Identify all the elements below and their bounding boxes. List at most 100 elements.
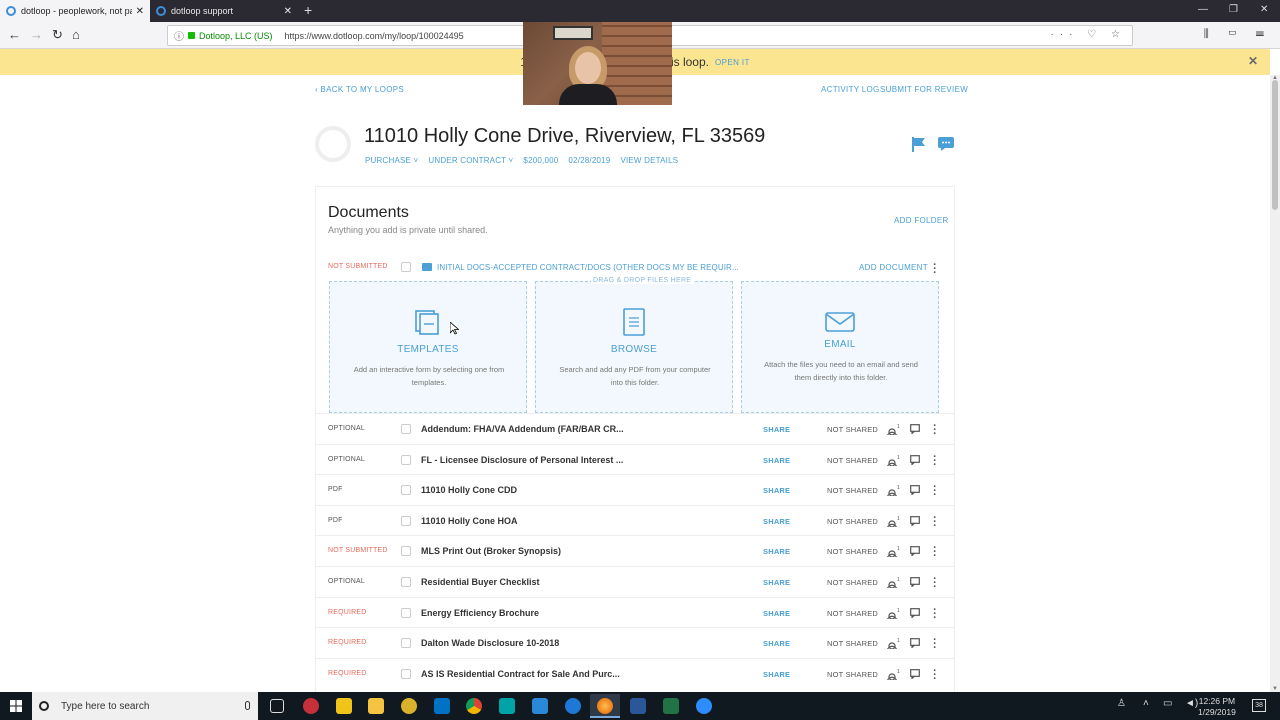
volume-icon[interactable]: ◄) [1185,698,1198,709]
taskbar-clock[interactable]: 12:26 PM 1/29/2019 [1198,696,1236,718]
forward-arrow-icon[interactable]: → [30,27,43,43]
app-icon-teal[interactable] [499,698,515,714]
site-identity[interactable]: Dotloop, LLC (US) [199,31,273,41]
document-checkbox[interactable] [401,607,411,618]
person-icon[interactable]: 1 [887,454,901,466]
document-name[interactable]: MLS Print Out (Broker Synopsis) [421,546,561,556]
document-row[interactable]: NOT SUBMITTED MLS Print Out (Broker Synop… [315,535,955,566]
more-options-icon[interactable]: · · · [933,451,937,470]
date-link[interactable]: 02/28/2019 [568,156,610,165]
document-checkbox[interactable] [401,638,411,649]
reload-icon[interactable]: ↻ [52,27,63,43]
more-options-icon[interactable]: · · · [933,421,937,440]
taskbar-search[interactable]: Type here to search [32,692,258,720]
comment-icon[interactable] [910,668,920,679]
close-tab-icon[interactable]: ✕ [136,6,144,17]
document-name[interactable]: Residential Buyer Checklist [421,577,540,587]
comment-icon[interactable] [910,424,920,434]
page-actions-icon[interactable]: ··· ♡ ☆ [1051,29,1126,40]
outlook-icon[interactable] [434,698,450,714]
task-view-icon[interactable] [270,699,284,713]
scroll-thumb[interactable] [1272,80,1278,210]
comment-icon[interactable] [910,454,920,465]
person-icon[interactable]: 1 [887,576,901,588]
more-options-icon[interactable]: · · · [933,635,937,654]
add-folder-button[interactable]: ADD FOLDER [894,216,949,225]
document-row[interactable]: OPTIONAL FL - Licensee Disclosure of Pers… [315,443,955,475]
add-document-button[interactable]: ADD DOCUMENT [859,263,928,272]
document-row[interactable]: REQUIRED Energy Efficiency Brochure SHARE N… [315,596,955,628]
share-button[interactable]: SHARE [763,639,790,648]
word-icon[interactable] [630,698,646,714]
restore-icon[interactable]: ❐ [1229,4,1238,15]
edge-icon[interactable] [565,698,581,714]
browser-menu-icons[interactable]: ⫼ ▭ ☰ [1204,28,1272,41]
tab-dotloop-support[interactable]: dotloop support ✕ [150,0,298,22]
more-options-icon[interactable]: · · · [933,482,937,501]
browse-dropzone[interactable]: BROWSE Search and add any PDF from your … [535,281,733,413]
chat-icon[interactable] [937,136,955,152]
document-name[interactable]: 11010 Holly Cone CDD [421,485,517,495]
document-name[interactable]: 11010 Holly Cone HOA [421,516,518,526]
share-button[interactable]: SHARE [763,425,790,434]
document-checkbox[interactable] [401,546,411,557]
share-button[interactable]: SHARE [763,670,790,679]
document-row[interactable]: OPTIONAL Residential Buyer Checklist SHARE… [315,566,955,597]
new-tab-button[interactable]: + [304,3,312,17]
comment-icon[interactable] [910,485,920,496]
file-explorer-icon[interactable] [368,698,384,714]
people-icon[interactable]: ♙ [1117,698,1126,709]
firefox-taskbar-item[interactable] [590,694,620,718]
share-button[interactable]: SHARE [763,456,790,465]
comment-icon[interactable] [910,546,920,557]
document-name[interactable]: Addendum: FHA/VA Addendum (FAR/BAR CR... [421,424,624,434]
document-row[interactable]: PDF 11010 Holly Cone HOA SHARE NOT SHARED 1 ·… [315,504,955,536]
folder-more-icon[interactable]: · · · [933,260,937,279]
close-tab-icon[interactable]: ✕ [284,6,292,17]
person-icon[interactable]: 1 [887,423,901,435]
app-icon-blue[interactable] [532,698,548,714]
person-icon[interactable]: 1 [887,668,901,680]
document-row[interactable]: PDF 11010 Holly Cone CDD SHARE NOT SHARED 1 ·… [315,474,955,505]
email-dropzone[interactable]: EMAIL Attach the files you need to an em… [741,281,939,413]
app-icon-yellow[interactable] [401,698,417,714]
share-button[interactable]: SHARE [763,517,790,526]
document-name[interactable]: FL - Licensee Disclosure of Personal Int… [421,455,623,465]
document-row[interactable]: REQUIRED Dalton Wade Disclosure 10-2018 SH… [315,627,955,658]
app-icon-red[interactable] [303,698,319,714]
share-button[interactable]: SHARE [763,486,790,495]
document-name[interactable]: AS IS Residential Contract for Sale And … [421,669,620,679]
document-checkbox[interactable] [401,668,411,679]
price-link[interactable]: $200,000 [523,156,558,165]
person-icon[interactable]: 1 [887,515,901,527]
zoom-icon[interactable] [696,698,712,714]
document-checkbox[interactable] [401,454,411,465]
more-options-icon[interactable]: · · · [933,574,937,593]
more-options-icon[interactable]: · · · [933,543,937,562]
minimize-icon[interactable]: — [1198,4,1208,15]
close-icon[interactable]: ✕ [1248,54,1258,68]
document-checkbox[interactable] [401,515,411,526]
more-options-icon[interactable]: · · · [933,512,937,531]
submit-for-review-link[interactable]: SUBMIT FOR REVIEW [880,85,968,94]
comment-icon[interactable] [910,577,920,587]
loop-avatar[interactable] [315,126,351,162]
document-name[interactable]: Energy Efficiency Brochure [421,608,539,618]
document-checkbox[interactable] [401,485,411,496]
action-center-icon[interactable]: 38 [1252,699,1266,712]
templates-dropzone[interactable]: TEMPLATES Add an interactive form by sel… [329,281,527,413]
status-dropdown[interactable]: UNDER CONTRACT ˅ [428,156,513,165]
microphone-icon[interactable] [245,701,250,710]
document-checkbox[interactable] [401,424,411,434]
back-arrow-icon[interactable]: ← [8,27,21,43]
more-options-icon[interactable]: · · · [933,604,937,623]
info-icon[interactable]: ⓘ [174,28,184,43]
person-icon[interactable]: 1 [887,637,901,650]
person-icon[interactable]: 1 [887,607,901,619]
open-it-link[interactable]: OPEN IT [715,58,750,67]
back-to-loops-link[interactable]: ‹ BACK TO MY LOOPS [315,85,404,94]
folder-name[interactable]: INITIAL DOCS-ACCEPTED CONTRACT/DOCS (OTH… [437,263,739,272]
activity-log-link[interactable]: ACTIVITY LOG [821,85,880,94]
flag-icon[interactable] [911,136,927,152]
url-text[interactable]: https://www.dotloop.com/my/loop/10002449… [285,31,464,41]
